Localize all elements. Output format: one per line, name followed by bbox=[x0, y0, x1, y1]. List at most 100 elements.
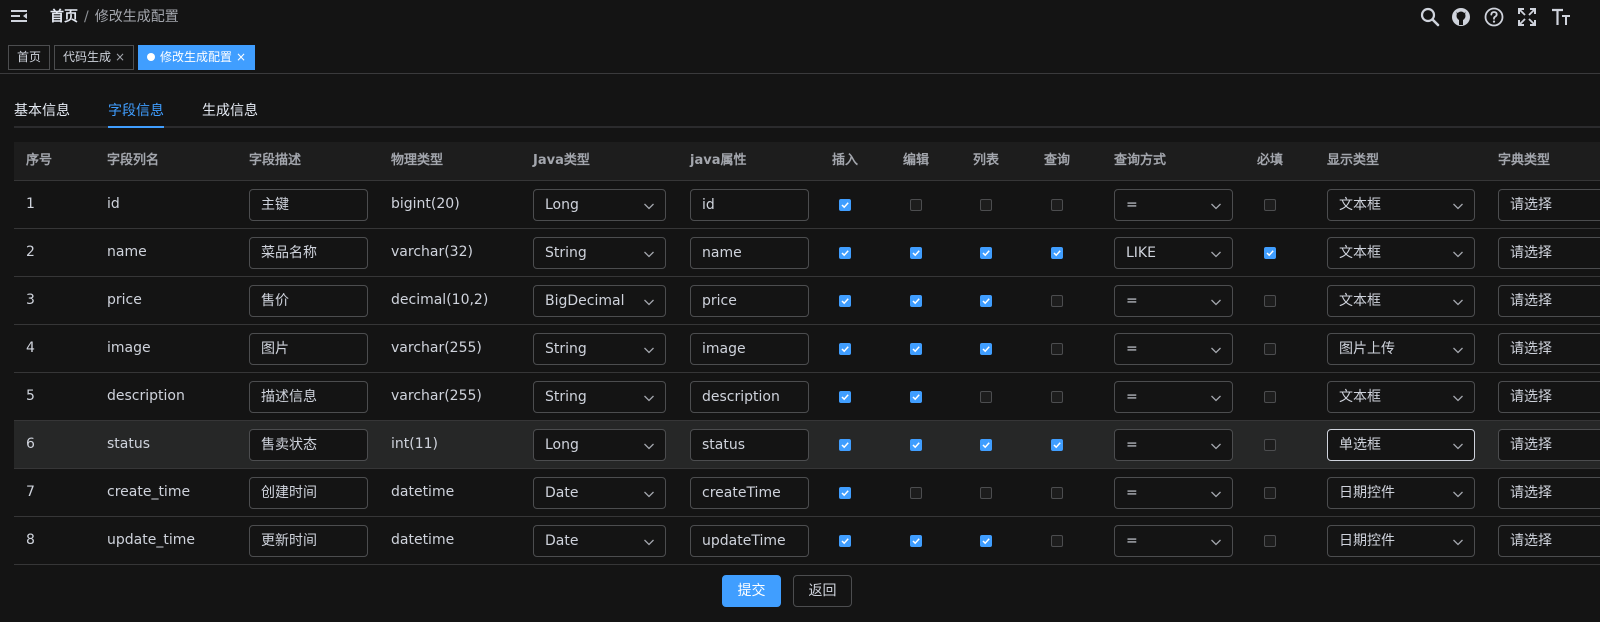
close-icon[interactable]: × bbox=[115, 46, 125, 69]
java-type-select[interactable]: Long bbox=[533, 429, 666, 461]
query-checkbox[interactable] bbox=[1051, 391, 1063, 403]
display-type-select[interactable]: 文本框 bbox=[1327, 189, 1475, 221]
submit-button[interactable]: 提交 bbox=[722, 575, 781, 607]
edit-checkbox[interactable] bbox=[910, 535, 922, 547]
list-checkbox[interactable] bbox=[980, 295, 992, 307]
insert-checkbox[interactable] bbox=[839, 343, 851, 355]
java-field-input[interactable]: createTime bbox=[690, 477, 809, 509]
query-checkbox[interactable] bbox=[1051, 439, 1063, 451]
java-field-input[interactable]: updateTime bbox=[690, 525, 809, 557]
display-type-select[interactable]: 日期控件 bbox=[1327, 525, 1475, 557]
required-checkbox[interactable] bbox=[1264, 295, 1276, 307]
fullscreen-icon[interactable] bbox=[1516, 6, 1538, 28]
list-checkbox[interactable] bbox=[980, 535, 992, 547]
insert-checkbox[interactable] bbox=[839, 295, 851, 307]
query-checkbox[interactable] bbox=[1051, 247, 1063, 259]
field-description-input[interactable]: 更新时间 bbox=[249, 525, 368, 557]
query-type-select[interactable]: = bbox=[1114, 285, 1233, 317]
java-type-select[interactable]: String bbox=[533, 333, 666, 365]
query-type-select[interactable]: = bbox=[1114, 429, 1233, 461]
query-type-select[interactable]: LIKE bbox=[1114, 237, 1233, 269]
java-type-select[interactable]: Long bbox=[533, 189, 666, 221]
list-checkbox[interactable] bbox=[980, 487, 992, 499]
dict-type-select[interactable]: 请选择 bbox=[1498, 285, 1600, 317]
field-description-input[interactable]: 图片 bbox=[249, 333, 368, 365]
hamburger-icon[interactable] bbox=[10, 7, 28, 25]
tag-home[interactable]: 首页 bbox=[8, 45, 51, 70]
list-checkbox[interactable] bbox=[980, 439, 992, 451]
field-description-input[interactable]: 描述信息 bbox=[249, 381, 368, 413]
required-checkbox[interactable] bbox=[1264, 247, 1276, 259]
java-field-input[interactable]: image bbox=[690, 333, 809, 365]
edit-checkbox[interactable] bbox=[910, 343, 922, 355]
field-description-input[interactable]: 主键 bbox=[249, 189, 368, 221]
back-button[interactable]: 返回 bbox=[793, 575, 852, 607]
required-checkbox[interactable] bbox=[1264, 391, 1276, 403]
font-size-icon[interactable] bbox=[1550, 6, 1572, 28]
dict-type-select[interactable]: 请选择 bbox=[1498, 429, 1600, 461]
breadcrumb-home[interactable]: 首页 bbox=[50, 9, 78, 25]
insert-checkbox[interactable] bbox=[839, 199, 851, 211]
dict-type-select[interactable]: 请选择 bbox=[1498, 477, 1600, 509]
java-type-select[interactable]: String bbox=[533, 237, 666, 269]
java-field-input[interactable]: description bbox=[690, 381, 809, 413]
display-type-select[interactable]: 单选框 bbox=[1327, 429, 1475, 461]
query-type-select[interactable]: = bbox=[1114, 381, 1233, 413]
field-description-input[interactable]: 菜品名称 bbox=[249, 237, 368, 269]
tab-basic-info[interactable]: 基本信息 bbox=[14, 100, 70, 120]
tab-field-info[interactable]: 字段信息 bbox=[108, 100, 164, 120]
required-checkbox[interactable] bbox=[1264, 535, 1276, 547]
java-field-input[interactable]: price bbox=[690, 285, 809, 317]
insert-checkbox[interactable] bbox=[839, 487, 851, 499]
close-icon[interactable]: × bbox=[236, 46, 246, 69]
field-description-input[interactable]: 售卖状态 bbox=[249, 429, 368, 461]
query-type-select[interactable]: = bbox=[1114, 189, 1233, 221]
query-type-select[interactable]: = bbox=[1114, 525, 1233, 557]
query-type-select[interactable]: = bbox=[1114, 333, 1233, 365]
required-checkbox[interactable] bbox=[1264, 199, 1276, 211]
dict-type-select[interactable]: 请选择 bbox=[1498, 237, 1600, 269]
tag-edit-gen-config[interactable]: 修改生成配置 × bbox=[138, 45, 256, 70]
display-type-select[interactable]: 文本框 bbox=[1327, 285, 1475, 317]
query-checkbox[interactable] bbox=[1051, 535, 1063, 547]
java-field-input[interactable]: name bbox=[690, 237, 809, 269]
java-type-select[interactable]: Date bbox=[533, 525, 666, 557]
field-description-input[interactable]: 创建时间 bbox=[249, 477, 368, 509]
insert-checkbox[interactable] bbox=[839, 439, 851, 451]
edit-checkbox[interactable] bbox=[910, 247, 922, 259]
required-checkbox[interactable] bbox=[1264, 487, 1276, 499]
help-icon[interactable] bbox=[1483, 6, 1505, 28]
required-checkbox[interactable] bbox=[1264, 343, 1276, 355]
display-type-select[interactable]: 文本框 bbox=[1327, 381, 1475, 413]
edit-checkbox[interactable] bbox=[910, 487, 922, 499]
query-type-select[interactable]: = bbox=[1114, 477, 1233, 509]
insert-checkbox[interactable] bbox=[839, 535, 851, 547]
insert-checkbox[interactable] bbox=[839, 247, 851, 259]
github-icon[interactable] bbox=[1450, 6, 1472, 28]
java-field-input[interactable]: id bbox=[690, 189, 809, 221]
edit-checkbox[interactable] bbox=[910, 391, 922, 403]
list-checkbox[interactable] bbox=[980, 247, 992, 259]
field-description-input[interactable]: 售价 bbox=[249, 285, 368, 317]
edit-checkbox[interactable] bbox=[910, 199, 922, 211]
query-checkbox[interactable] bbox=[1051, 343, 1063, 355]
display-type-select[interactable]: 文本框 bbox=[1327, 237, 1475, 269]
display-type-select[interactable]: 日期控件 bbox=[1327, 477, 1475, 509]
dict-type-select[interactable]: 请选择 bbox=[1498, 381, 1600, 413]
java-field-input[interactable]: status bbox=[690, 429, 809, 461]
java-type-select[interactable]: String bbox=[533, 381, 666, 413]
dict-type-select[interactable]: 请选择 bbox=[1498, 525, 1600, 557]
java-type-select[interactable]: Date bbox=[533, 477, 666, 509]
java-type-select[interactable]: BigDecimal bbox=[533, 285, 666, 317]
tab-gen-info[interactable]: 生成信息 bbox=[202, 100, 258, 120]
list-checkbox[interactable] bbox=[980, 391, 992, 403]
display-type-select[interactable]: 图片上传 bbox=[1327, 333, 1475, 365]
search-icon[interactable] bbox=[1419, 6, 1441, 28]
query-checkbox[interactable] bbox=[1051, 199, 1063, 211]
dict-type-select[interactable]: 请选择 bbox=[1498, 189, 1600, 221]
insert-checkbox[interactable] bbox=[839, 391, 851, 403]
tag-code-generator[interactable]: 代码生成 × bbox=[54, 45, 135, 70]
edit-checkbox[interactable] bbox=[910, 439, 922, 451]
list-checkbox[interactable] bbox=[980, 343, 992, 355]
query-checkbox[interactable] bbox=[1051, 295, 1063, 307]
